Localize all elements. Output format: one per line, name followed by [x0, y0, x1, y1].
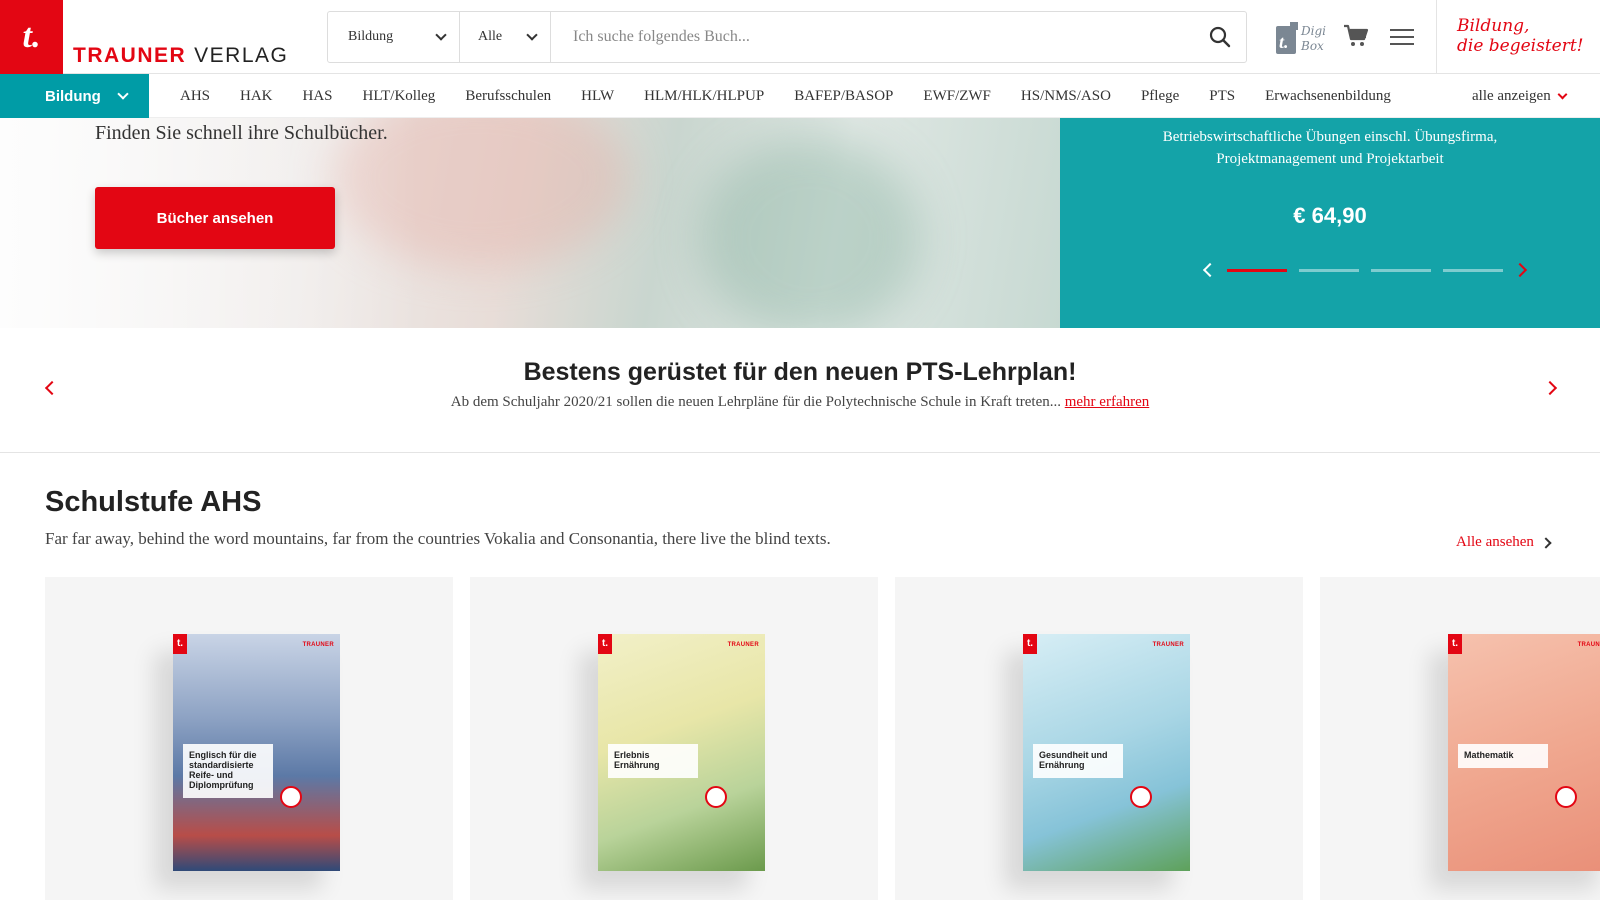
digibox-icon[interactable]: t. Digi Box — [1276, 20, 1328, 56]
svg-text:Box: Box — [1300, 39, 1324, 53]
slide-indicator-4[interactable] — [1443, 268, 1503, 272]
book-title: Englisch für die standardisierte Reife- … — [183, 744, 273, 798]
nav-item-pts[interactable]: PTS — [1209, 88, 1235, 105]
nav-item-hs-nms[interactable]: HS/NMS/ASO — [1021, 88, 1111, 105]
logo-mark[interactable]: t. — [0, 0, 63, 74]
book-cover: t. TRAUNER Erlebnis Ernährung — [598, 634, 765, 871]
book-title: Gesundheit und Ernährung — [1033, 744, 1123, 778]
chevron-down-icon — [117, 88, 129, 100]
announcement-text-row: Ab dem Schuljahr 2020/21 sollen die neue… — [0, 394, 1600, 411]
nav-show-all-label: alle anzeigen — [1472, 87, 1551, 104]
slide-indicator-2[interactable] — [1299, 268, 1359, 272]
publisher-logo: t. — [173, 634, 187, 654]
teaser-price: € 64,90 — [1293, 203, 1367, 228]
book-cover: t. TRAUNER Gesundheit und Ernährung — [1023, 634, 1190, 871]
slogan-line-2: die begeistert! — [1457, 36, 1584, 56]
nav-item-erwachsenenbildung[interactable]: Erwachsenenbildung — [1265, 88, 1391, 105]
nav-items: AHS HAK HAS HLT/Kolleg Berufsschulen HLW… — [180, 74, 1421, 118]
section-title: Schulstufe AHS — [45, 486, 262, 518]
chevron-right-icon[interactable] — [1512, 262, 1528, 278]
announcement-title: Bestens gerüstet für den neuen PTS-Lehrp… — [523, 358, 1077, 386]
publisher-name: TRAUNER — [1577, 642, 1600, 648]
announcement-more-link[interactable]: mehr erfahren — [1065, 394, 1150, 410]
svg-text:Digi: Digi — [1300, 24, 1326, 38]
nav-active-label: Bildung — [45, 87, 101, 105]
search-button[interactable] — [1194, 12, 1246, 62]
chevron-down-icon — [526, 29, 538, 41]
svg-text:t.: t. — [1279, 32, 1289, 52]
book-title: Erlebnis Ernährung — [608, 744, 698, 778]
chevron-down-icon — [435, 29, 447, 41]
book-card[interactable]: t. TRAUNER Gesundheit und Ernährung — [895, 577, 1303, 900]
type-select-value: Alle — [478, 29, 503, 44]
teaser-text: Betriebswirtschaftliche Übungen einschl.… — [1162, 129, 1498, 167]
nav-item-berufsschulen[interactable]: Berufsschulen — [465, 88, 551, 105]
category-select-value: Bildung — [348, 29, 394, 44]
nav-item-ewf[interactable]: EWF/ZWF — [923, 88, 991, 105]
nav-active-category[interactable]: Bildung — [0, 74, 149, 118]
digital-badge-icon — [1555, 786, 1577, 808]
hero-image-shape — [700, 138, 920, 328]
product-teaser[interactable]: Betriebswirtschaftliche Übungen einschl.… — [1060, 118, 1600, 328]
nav-item-bafep[interactable]: BAFEP/BASOP — [794, 88, 893, 105]
publisher-logo: t. — [1448, 634, 1462, 654]
logo-wordmark[interactable]: TRAUNER VERLAG — [73, 44, 288, 68]
search-input[interactable] — [551, 12, 1194, 62]
publisher-logo: t. — [1023, 634, 1037, 654]
announcement-text: Ab dem Schuljahr 2020/21 sollen die neue… — [450, 394, 1061, 410]
book-cover: t. TRAUNER Mathematik — [1448, 634, 1600, 871]
nav-item-hlw[interactable]: HLW — [581, 88, 614, 105]
publisher-name: TRAUNER — [1152, 642, 1184, 648]
book-cover: t. TRAUNER Englisch für die standardisie… — [173, 634, 340, 871]
book-title: Mathematik — [1458, 744, 1548, 768]
logo-letter: t. — [22, 18, 41, 55]
section-description: Far far away, behind the word mountains,… — [45, 529, 831, 548]
header-divider — [1436, 0, 1437, 74]
slogan-line-1: Bildung, — [1457, 16, 1530, 36]
slogan: Bildung, die begeistert! — [1457, 16, 1584, 56]
nav-item-ahs[interactable]: AHS — [180, 88, 210, 105]
teaser-pagination — [1202, 260, 1528, 280]
hero-banner: Finden Sie schnell ihre Schulbücher. Büc… — [0, 118, 1060, 328]
hero-subtitle: Finden Sie schnell ihre Schulbücher. — [95, 122, 388, 144]
publisher-name: TRAUNER — [727, 642, 759, 648]
header: t. TRAUNER VERLAG Bildung Alle t. Digi Bo… — [0, 0, 1600, 74]
nav-item-has[interactable]: HAS — [303, 88, 333, 105]
publisher-name: TRAUNER — [302, 642, 334, 648]
chevron-left-icon[interactable] — [1202, 262, 1218, 278]
nav-show-all[interactable]: alle anzeigen — [1472, 74, 1568, 118]
slide-indicator-3[interactable] — [1371, 268, 1431, 272]
logo-rest: VERLAG — [194, 44, 289, 67]
book-card[interactable]: t. TRAUNER Englisch für die standardisie… — [45, 577, 453, 900]
type-select[interactable]: Alle — [460, 12, 551, 62]
nav-item-hlt-kolleg[interactable]: HLT/Kolleg — [363, 88, 436, 105]
publisher-logo: t. — [598, 634, 612, 654]
cart-icon[interactable] — [1343, 24, 1369, 48]
slide-indicator-1[interactable] — [1227, 268, 1287, 272]
nav-item-pflege[interactable]: Pflege — [1141, 88, 1179, 105]
nav-item-hlm[interactable]: HLM/HLK/HLPUP — [644, 88, 764, 105]
search-bar: Bildung Alle — [327, 11, 1247, 63]
nav-item-hak[interactable]: HAK — [240, 88, 273, 105]
announcement-banner: Bestens gerüstet für den neuen PTS-Lehrp… — [0, 328, 1600, 453]
view-all-link[interactable]: Alle ansehen — [1456, 534, 1552, 551]
book-card[interactable]: t. TRAUNER Mathematik — [1320, 577, 1600, 900]
book-carousel: t. TRAUNER Englisch für die standardisie… — [45, 577, 1600, 900]
digital-badge-icon — [1130, 786, 1152, 808]
main-nav: Bildung AHS HAK HAS HLT/Kolleg Berufssch… — [0, 74, 1600, 118]
category-select[interactable]: Bildung — [328, 12, 460, 62]
book-card[interactable]: t. TRAUNER Erlebnis Ernährung — [470, 577, 878, 900]
search-icon — [1209, 26, 1231, 48]
view-all-label: Alle ansehen — [1456, 534, 1534, 550]
digital-badge-icon — [280, 786, 302, 808]
chevron-down-icon — [1557, 89, 1568, 99]
logo-brand: TRAUNER — [73, 44, 187, 67]
menu-icon[interactable] — [1390, 27, 1414, 47]
chevron-right-icon — [1540, 536, 1552, 549]
view-books-button[interactable]: Bücher ansehen — [95, 187, 335, 249]
digital-badge-icon — [705, 786, 727, 808]
